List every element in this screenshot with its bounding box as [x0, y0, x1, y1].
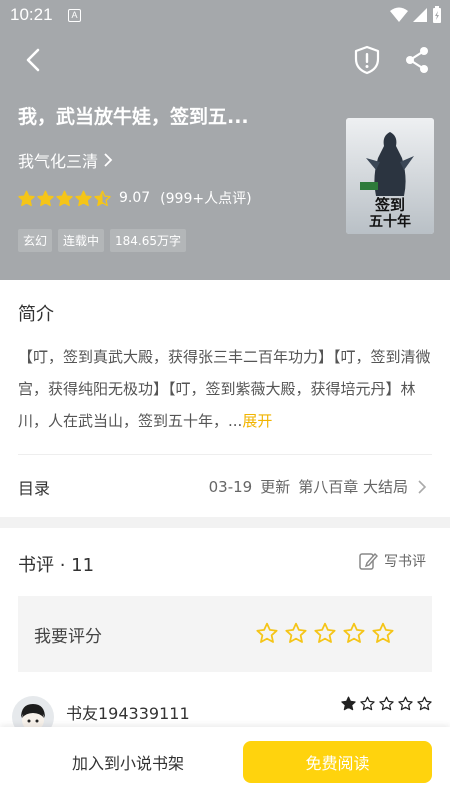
- toc-label[interactable]: 目录: [18, 475, 50, 499]
- book-title: 我，武当放牛娃，签到五...: [18, 106, 249, 128]
- author-link[interactable]: 我气化三清: [18, 148, 114, 172]
- toc-update: 更新: [260, 478, 291, 496]
- book-cover: 签到 五十年: [346, 118, 434, 234]
- back-button[interactable]: [18, 44, 50, 76]
- chevron-left-icon: [26, 48, 40, 72]
- svg-text:签到: 签到: [374, 196, 405, 214]
- report-button[interactable]: [352, 44, 382, 76]
- review-item[interactable]: 书友194339111: [0, 688, 450, 738]
- toc-latest[interactable]: 03-19 更新 第八百章 大结局: [209, 476, 428, 497]
- rate-label: 我要评分: [34, 627, 102, 647]
- write-review-label: 写书评: [384, 554, 426, 570]
- book-tags: 玄幻 连载中 184.65万字: [18, 229, 187, 252]
- divider: [18, 454, 432, 455]
- review-stars: [341, 696, 432, 711]
- chevron-right-icon: [418, 479, 427, 494]
- signal-icon: [413, 8, 427, 22]
- add-to-shelf-button[interactable]: 加入到小说书架: [18, 741, 238, 783]
- star-icon: [94, 190, 111, 206]
- star-icon: [75, 190, 92, 206]
- star-outline-icon: [343, 622, 365, 643]
- intro-heading: 简介: [18, 304, 54, 325]
- rate-box: 我要评分: [18, 596, 432, 672]
- star-outline-icon: [285, 622, 307, 643]
- book-rating: 9.07 (999+人点评): [18, 188, 252, 208]
- rating-score: 9.07: [119, 190, 151, 206]
- share-icon: [406, 47, 428, 73]
- star-outline-icon: [256, 622, 278, 643]
- cover-art: 签到 五十年: [346, 118, 434, 234]
- rating-count: (999+人点评): [160, 191, 252, 207]
- edit-icon: [359, 552, 378, 570]
- star-outline-icon: [372, 622, 394, 643]
- reviews-heading: 书评 · 11: [18, 555, 95, 576]
- toc-chapter: 第八百章 大结局: [298, 478, 408, 496]
- star-icon: [18, 190, 35, 206]
- free-read-button[interactable]: 免费阅读: [243, 741, 432, 783]
- reviewer-name: 书友194339111: [66, 704, 190, 723]
- book-header: 10:21 A 我，武当放牛娃，签到五... 我气化三清 9.07 (999+人…: [0, 0, 450, 280]
- star-icon: [37, 190, 54, 206]
- shield-alert-icon: [354, 45, 380, 75]
- toc-date: 03-19: [208, 477, 253, 496]
- write-review-button[interactable]: 写书评: [358, 551, 426, 571]
- star-icon: [379, 696, 394, 711]
- share-button[interactable]: [402, 44, 432, 76]
- author-name: 我气化三清: [18, 152, 99, 171]
- bottom-bar: 加入到小说书架 免费阅读: [0, 727, 450, 800]
- tag-status: 连载中: [58, 229, 105, 252]
- chevron-right-icon: [104, 153, 113, 167]
- star-icon: [341, 696, 356, 711]
- tag-wordcount: 184.65万字: [110, 229, 187, 252]
- notification-icon: A: [68, 9, 81, 22]
- intro-text-block: 【叮，签到真武大殿，获得张三丰二百年功力】【叮，签到清微宫，获得纯阳无极功】【叮…: [18, 341, 432, 437]
- star-icon: [56, 190, 73, 206]
- battery-icon: [433, 6, 441, 23]
- status-icons: [390, 6, 442, 24]
- star-icon: [398, 696, 413, 711]
- star-icon: [360, 696, 375, 711]
- status-time: 10:21: [10, 5, 53, 24]
- tag-genre: 玄幻: [18, 229, 53, 252]
- rate-stars[interactable]: [256, 622, 394, 644]
- intro-text: 【叮，签到真武大殿，获得张三丰二百年功力】【叮，签到清微宫，获得纯阳无极功】【叮…: [18, 348, 431, 430]
- star-outline-icon: [314, 622, 336, 643]
- star-icon: [417, 696, 432, 711]
- svg-text:五十年: 五十年: [369, 213, 411, 230]
- rating-stars: [18, 190, 111, 207]
- wifi-icon: [390, 7, 408, 22]
- expand-link[interactable]: 展开: [242, 412, 272, 430]
- status-bar: 10:21 A: [0, 0, 450, 32]
